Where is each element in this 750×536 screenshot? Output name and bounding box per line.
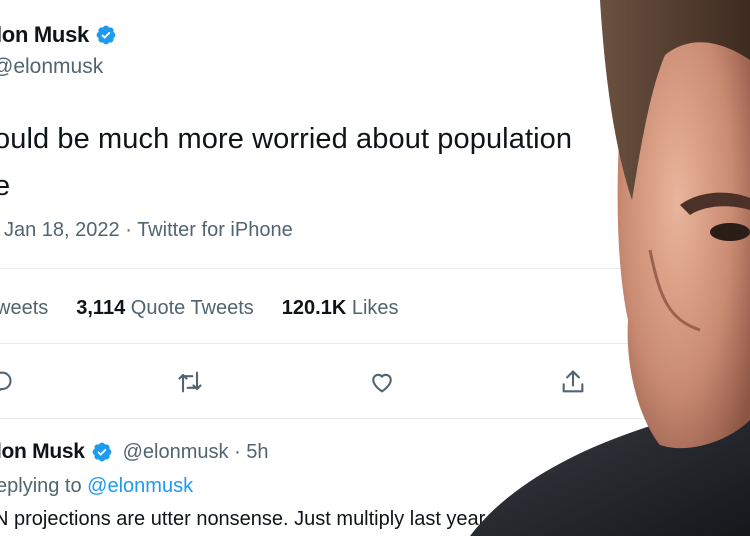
retweet-icon [178,371,202,393]
share-button[interactable] [559,368,589,398]
stat-likes[interactable]: 120.1K Likes [282,297,399,320]
reply-text: N projections are utter nonsense. Just m… [0,508,486,530]
tweet-card: lon Musk @elonmusk ould be much more wor… [0,0,750,536]
replying-prefix: eplying to [0,475,88,497]
reply-handle-time[interactable]: @elonmusk · 5h [123,441,269,464]
tweet-text: ould be much more worried about populati… [0,116,572,210]
like-icon [372,373,392,393]
tweet-timestamp[interactable]: Jan 18, 2022 · Twitter for iPhone [4,219,293,242]
verified-badge-icon [96,25,116,45]
divider [0,268,668,269]
tweet-text-line-2: e [0,170,11,202]
reply-author-name[interactable]: lon Musk [0,440,85,464]
tweet-text-line-1: ould be much more worried about populati… [0,123,573,155]
divider [0,418,668,419]
author-name[interactable]: lon Musk [0,22,89,48]
verified-badge-icon [92,442,112,462]
reply-author-row[interactable]: lon Musk @elonmusk · 5h [0,440,269,464]
stat-quote-tweets[interactable]: 3,114 Quote Tweets [76,297,254,320]
tweet-stats: weets 3,114 Quote Tweets 120.1K Likes [0,297,427,320]
reply-button[interactable] [0,368,16,398]
replying-to: eplying to @elonmusk [0,475,193,498]
share-icon [562,370,584,393]
retweet-button[interactable] [176,368,206,398]
divider [0,343,668,344]
author-row[interactable]: lon Musk [0,22,117,48]
like-button[interactable] [368,368,398,398]
replying-handle-link[interactable]: @elonmusk [87,475,193,497]
stat-retweets[interactable]: weets [0,297,48,320]
more-icon[interactable]: ··· [644,440,669,466]
reply-icon [0,371,12,392]
author-handle[interactable]: @elonmusk [0,55,103,79]
